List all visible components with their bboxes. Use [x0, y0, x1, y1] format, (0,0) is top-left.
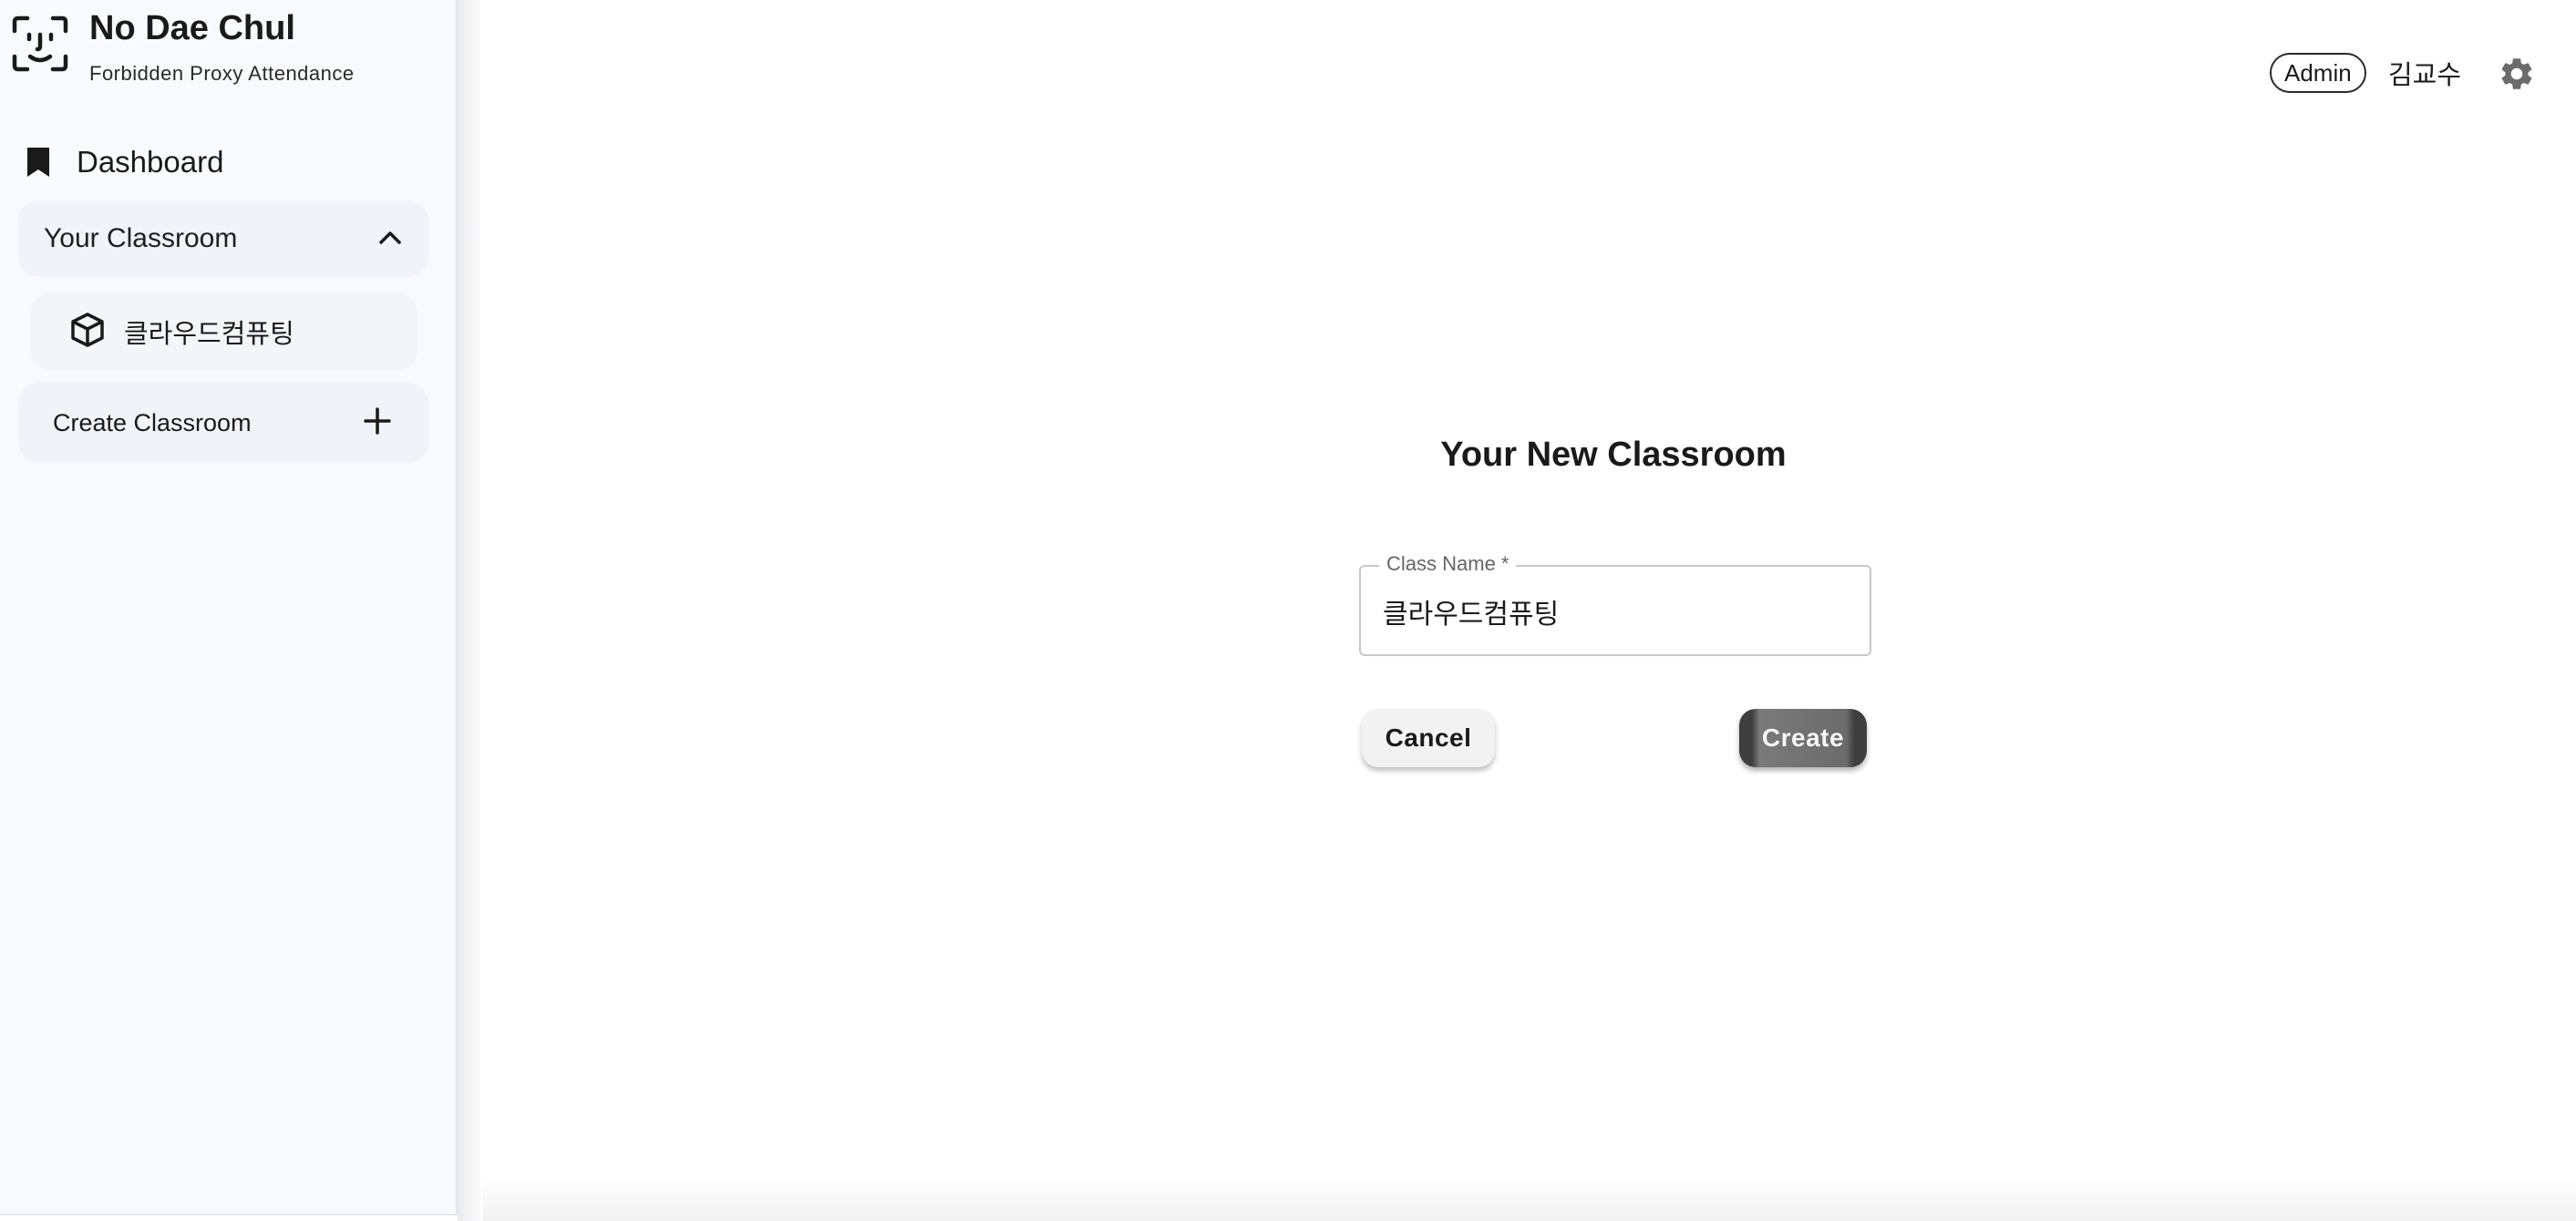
sidebar-shadow [458, 0, 483, 1221]
sidebar-group-your-classroom[interactable]: Your Classroom [18, 200, 428, 277]
cube-icon [69, 312, 106, 353]
user-name[interactable]: 김교수 [2388, 53, 2461, 93]
sidebar-item-dashboard[interactable]: Dashboard [18, 137, 438, 188]
brand: No Dae Chul Forbidden Proxy Attendance [11, 9, 448, 91]
sidebar-group-label: Your Classroom [44, 223, 238, 253]
class-name-input[interactable] [1383, 590, 1839, 632]
class-name-label: Class Name * [1379, 552, 1517, 576]
bottom-shadow [483, 1175, 2576, 1221]
create-classroom-button[interactable]: Create Classroom [18, 383, 428, 463]
create-button[interactable]: Create [1739, 709, 1867, 767]
sidebar-item-label: 클라우드컴퓨팅 [124, 320, 294, 349]
chevron-up-icon [377, 228, 403, 251]
gear-icon[interactable] [2498, 55, 2536, 93]
class-name-field[interactable]: Class Name * [1359, 552, 1871, 656]
sidebar: No Dae Chul Forbidden Proxy Attendance D… [0, 0, 458, 1216]
plus-icon [363, 406, 392, 440]
sidebar-item-classroom[interactable]: 클라우드컴퓨팅 [31, 293, 417, 370]
app-root: No Dae Chul Forbidden Proxy Attendance D… [0, 0, 2576, 1221]
face-id-icon [12, 15, 68, 72]
create-classroom-label: Create Classroom [53, 408, 252, 436]
bookmark-icon [18, 142, 58, 182]
cancel-button[interactable]: Cancel [1362, 709, 1495, 767]
app-title: No Dae Chul [89, 9, 295, 47]
app-subtitle: Forbidden Proxy Attendance [89, 62, 355, 85]
role-badge: Admin [2270, 53, 2366, 93]
form-title: Your New Classroom [1440, 436, 1787, 474]
sidebar-item-label: Dashboard [77, 145, 224, 179]
